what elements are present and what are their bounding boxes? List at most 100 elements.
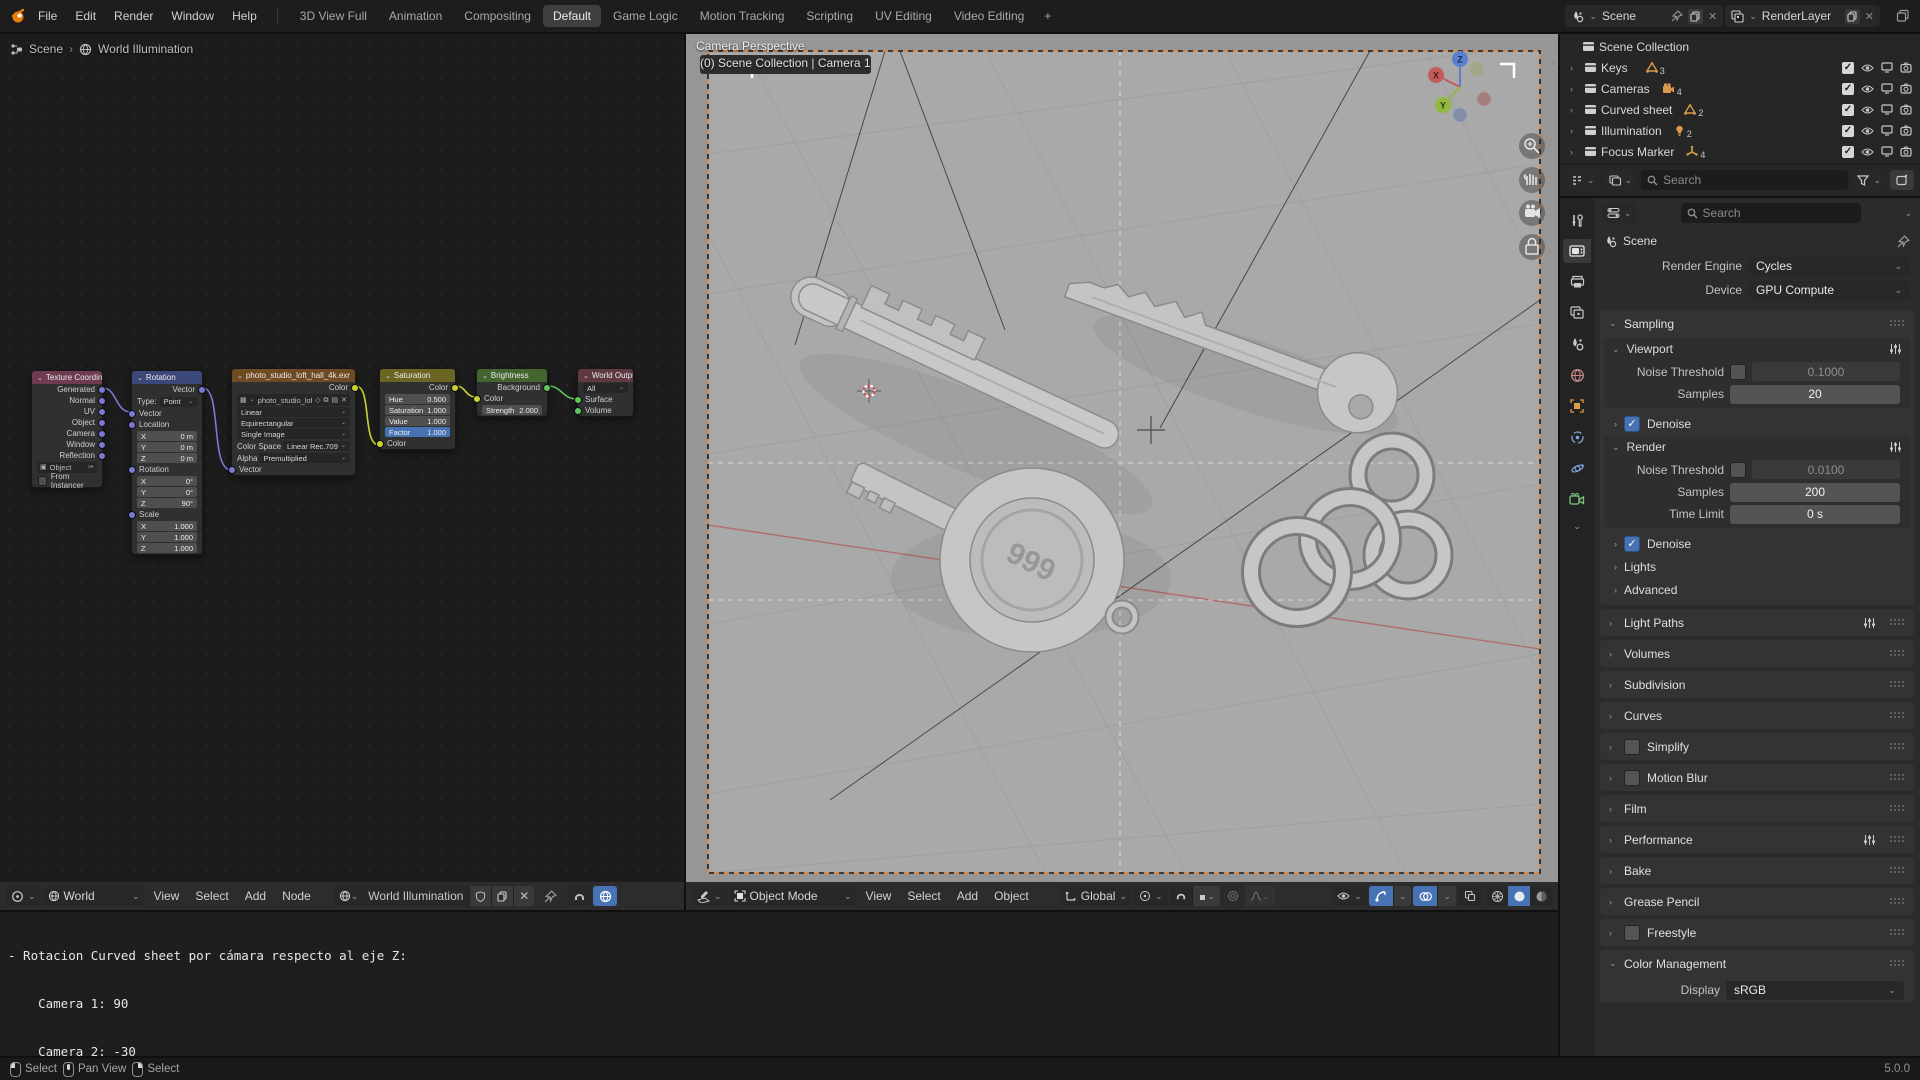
viewport-disable-icon[interactable] [1881,83,1893,94]
render-disable-icon[interactable] [1900,125,1912,136]
node-saturation[interactable]: ⌄Saturation Color Hue0.500 Saturation1.0… [379,368,456,450]
vector-socket[interactable] [128,511,136,519]
expand-icon[interactable]: › [1570,126,1580,136]
snapping-icon[interactable] [567,886,591,906]
shader-socket[interactable] [543,384,551,392]
alpha-dropdown[interactable]: Premultiplied⌄ [259,453,350,463]
tab-object-data[interactable] [1563,487,1591,511]
value-field[interactable]: Value1.000 [385,416,450,426]
menu-object[interactable]: Object [987,887,1036,905]
scale-y-field[interactable]: Y1.000 [137,532,197,542]
more-tabs-icon[interactable]: ⌄ [1573,522,1581,531]
menu-edit[interactable]: Edit [67,7,104,25]
world-name-field[interactable]: World Illumination [363,886,469,906]
node-environment-texture[interactable]: ⌄photo_studio_loft_hall_4k.exr Color ▦⌄ … [231,368,356,476]
render-noise-threshold-field[interactable]: 0.0100 [1752,460,1900,479]
panel-grip[interactable] [1889,319,1905,328]
shading-wireframe-icon[interactable] [1486,886,1508,906]
scale-x-field[interactable]: X1.000 [137,521,197,531]
editor-type-button[interactable]: ⌄ [692,886,727,906]
vector-socket[interactable] [98,408,106,416]
world-datablock-selector[interactable]: ⌄ World Illumination ✕ [334,886,535,906]
collection-name[interactable]: Scene Collection [1599,40,1689,54]
pin-icon[interactable] [1671,10,1683,22]
device-dropdown[interactable]: GPU Compute⌄ [1748,281,1910,300]
collection-name[interactable]: Focus Marker [1601,145,1674,159]
scene-world-toggle[interactable] [593,886,617,906]
tab-scene[interactable] [1563,332,1591,356]
vector-socket[interactable] [98,419,106,427]
shading-material-icon[interactable] [1530,886,1552,906]
render-disable-icon[interactable] [1900,104,1912,115]
camera-view-button[interactable] [1519,200,1545,226]
visibility-dropdown[interactable]: ⌄ [1332,886,1367,906]
options-chevron-icon[interactable]: ⌄ [1904,209,1912,218]
hide-eye-icon[interactable] [1861,147,1874,157]
panel-curves[interactable]: ›Curves [1600,702,1914,729]
pin-icon[interactable] [544,890,557,903]
collapse-icon[interactable]: ⌄ [237,372,243,380]
outliner-row-cameras[interactable]: › Cameras 4 ✓ [1560,78,1920,99]
rotation-x-field[interactable]: X0° [137,476,197,486]
renderlayer-name[interactable]: RenderLayer [1762,9,1840,23]
projection-dropdown[interactable]: Equirectangular⌄ [237,418,350,428]
gizmo-toggle-icon[interactable] [1369,886,1393,906]
panel-simplify[interactable]: ›Simplify [1600,733,1914,760]
lights-subpanel-toggle[interactable]: › Lights [1600,555,1914,578]
node-texture-coordinate[interactable]: ⌄Texture Coordinate Generated Normal UV … [31,370,103,488]
folder-icon[interactable]: ▤ [332,397,339,404]
panel-header-color-management[interactable]: ⌄Color Management [1600,950,1914,977]
color-socket[interactable] [473,395,481,403]
time-limit-field[interactable]: 0 s [1730,505,1900,524]
tab-physics[interactable] [1563,456,1591,480]
viewport-disable-icon[interactable] [1881,62,1893,73]
shader-socket[interactable] [574,396,582,404]
vector-socket[interactable] [128,466,136,474]
eyedropper-icon[interactable]: ✑ [88,464,94,471]
node-canvas[interactable]: Scene › World Illumination ⌄Texture Coor… [0,34,684,882]
viewport-samples-field[interactable]: 20 [1730,385,1900,404]
expand-icon[interactable]: › [1570,147,1580,157]
copy-icon[interactable] [491,886,513,906]
copy-icon[interactable]: ⧉ [324,397,329,404]
properties-search-input[interactable]: Search [1681,203,1861,223]
panel-grease-pencil[interactable]: ›Grease Pencil [1600,888,1914,915]
expand-icon[interactable]: › [1570,63,1580,73]
tab-output[interactable] [1563,270,1591,294]
freestyle-checkbox[interactable] [1624,925,1640,941]
expand-icon[interactable]: › [1570,84,1580,94]
color-socket[interactable] [376,440,384,448]
expand-icon[interactable]: › [1570,105,1580,115]
location-z-field[interactable]: Z0 m [137,453,197,463]
panel-light-paths[interactable]: ›Light Paths [1600,609,1914,636]
viewport-canvas[interactable]: 999 [686,34,1558,882]
snapping-controls[interactable]: ⌄ [1170,886,1221,906]
menu-file[interactable]: File [30,7,65,25]
presets-icon[interactable] [1889,343,1902,355]
workspace-tab-compositing[interactable]: Compositing [454,5,541,27]
overlays-toggle-icon[interactable] [1413,886,1437,906]
display-dropdown[interactable]: sRGB⌄ [1726,981,1904,1000]
location-x-field[interactable]: X0 m [137,431,197,441]
workspace-tab-uv-editing[interactable]: UV Editing [865,5,942,27]
panel-motion-blur[interactable]: ›Motion Blur [1600,764,1914,791]
close-icon[interactable]: ✕ [1708,10,1717,23]
outliner-row-curved-sheet[interactable]: › Curved sheet 2 ✓ [1560,99,1920,120]
mode-dropdown[interactable]: Object Mode⌄ [729,886,857,906]
collapse-icon[interactable]: ⌄ [37,374,43,382]
collection-name[interactable]: Curved sheet [1601,103,1672,117]
mapping-type-dropdown[interactable]: Type:Point⌄ [132,395,202,408]
collection-checkbox[interactable]: ✓ [1842,146,1854,158]
lock-button[interactable] [1519,234,1545,260]
outliner-row-focus-marker[interactable]: › Focus Marker 4 ✓ [1560,141,1920,162]
outliner-search-input[interactable]: Search [1641,170,1848,190]
zoom-button[interactable] [1519,133,1545,159]
scale-z-field[interactable]: Z1.000 [137,543,197,553]
vector-socket[interactable] [198,386,206,394]
tab-object[interactable] [1563,394,1591,418]
subpanel-header-render[interactable]: ⌄Render [1604,436,1910,458]
vector-socket[interactable] [128,421,136,429]
source-dropdown[interactable]: Single Image⌄ [237,429,350,439]
collapse-icon[interactable]: ⌄ [137,374,143,382]
collection-checkbox[interactable]: ✓ [1842,83,1854,95]
